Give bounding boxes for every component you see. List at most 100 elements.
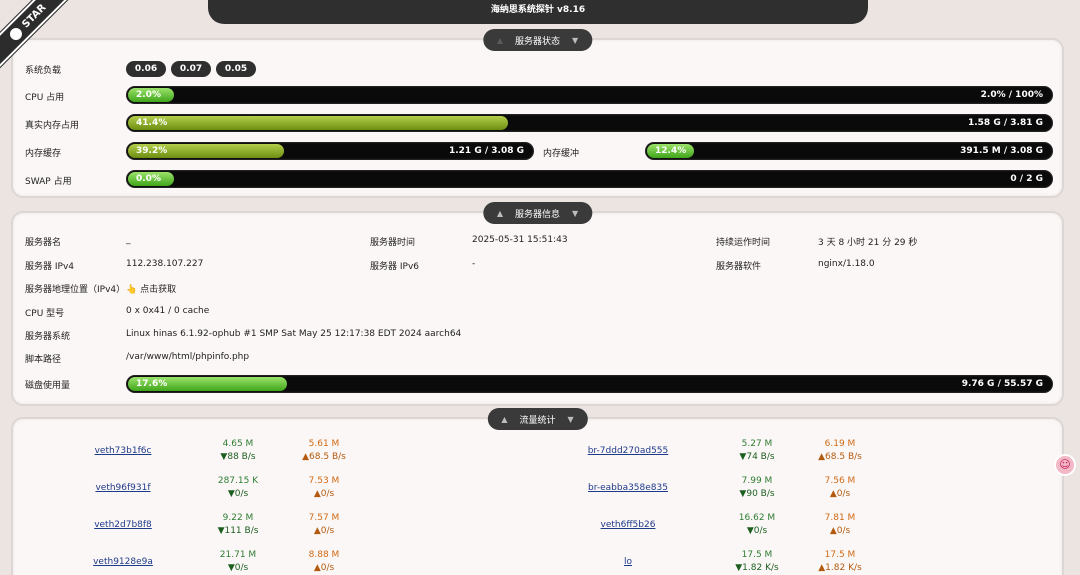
interface-link[interactable]: veth9128e9a bbox=[68, 557, 178, 567]
software-value: nginx/1.18.0 bbox=[818, 259, 875, 269]
traffic-out-rate: ▲0/s bbox=[313, 563, 335, 573]
traffic-in-total: 17.5 M bbox=[741, 550, 773, 560]
server-time-label: 服务器时间 bbox=[370, 238, 416, 248]
cpu-usage-percent: 2.0% bbox=[136, 90, 161, 100]
traffic-out-cell: 8.88 M ▲0/s bbox=[294, 550, 354, 573]
server-time-value: 2025-05-31 15:51:43 bbox=[472, 235, 568, 245]
cpu-usage-label: CPU 占用 bbox=[25, 93, 65, 103]
server-info-title: 服务器信息 bbox=[514, 209, 561, 220]
load-label: 系统负载 bbox=[25, 66, 62, 76]
interface-link[interactable]: br-7ddd270ad555 bbox=[573, 446, 683, 456]
swap-usage-bar: 0.0% 0 / 2 G bbox=[126, 170, 1053, 188]
traffic-in-rate: ▼111 B/s bbox=[217, 526, 259, 536]
load-15min-badge: 0.05 bbox=[216, 61, 256, 77]
interface-link[interactable]: br-eabba358e835 bbox=[573, 483, 683, 493]
interface-link[interactable]: veth6ff5b26 bbox=[573, 520, 683, 530]
traffic-in-rate: ▼0/s bbox=[227, 489, 249, 499]
software-label: 服务器软件 bbox=[716, 262, 762, 272]
load-1min-badge: 0.06 bbox=[126, 61, 166, 77]
memory-usage-value: 1.58 G / 3.81 G bbox=[967, 118, 1043, 128]
server-info-header[interactable]: ▲ 服务器信息 ▼ bbox=[482, 202, 593, 224]
traffic-out-total: 5.61 M bbox=[308, 439, 340, 449]
traffic-out-cell: 7.53 M ▲0/s bbox=[294, 476, 354, 499]
disk-usage-label: 磁盘使用量 bbox=[25, 381, 71, 391]
swap-usage-label: SWAP 占用 bbox=[25, 177, 72, 187]
traffic-out-total: 7.57 M bbox=[308, 513, 340, 523]
swap-usage-percent: 0.0% bbox=[136, 174, 161, 184]
script-path-value: /var/www/html/phpinfo.php bbox=[126, 352, 250, 362]
traffic-in-rate: ▼88 B/s bbox=[220, 452, 256, 462]
traffic-title: 流量统计 bbox=[519, 415, 556, 426]
memory-cache-bar: 39.2% 1.21 G / 3.08 G bbox=[126, 142, 534, 160]
traffic-header[interactable]: ▲ 流量统计 ▼ bbox=[487, 408, 588, 430]
ipv6-label: 服务器 IPv6 bbox=[370, 262, 419, 272]
traffic-out-total: 17.5 M bbox=[824, 550, 856, 560]
traffic-out-rate: ▲0/s bbox=[829, 526, 851, 536]
geo-location-button[interactable]: 👆 点击获取 bbox=[126, 282, 176, 295]
traffic-in-rate: ▼74 B/s bbox=[739, 452, 775, 462]
traffic-in-total: 16.62 M bbox=[738, 513, 776, 523]
traffic-out-rate: ▲1.82 K/s bbox=[818, 563, 862, 573]
memory-cache-percent: 39.2% bbox=[136, 146, 168, 156]
uptime-value: 3 天 8 小时 21 分 29 秒 bbox=[818, 238, 918, 248]
interface-link[interactable]: lo bbox=[573, 557, 683, 567]
memory-buffer-percent: 12.4% bbox=[655, 146, 687, 156]
memory-usage-percent: 41.4% bbox=[136, 118, 168, 128]
traffic-out-cell: 7.81 M ▲0/s bbox=[810, 513, 870, 536]
os-value: Linux hinas 6.1.92-ophub #1 SMP Sat May … bbox=[126, 329, 462, 339]
ribbon-label: STAR bbox=[19, 1, 49, 31]
server-status-header[interactable]: ▲ 服务器状态 ▼ bbox=[482, 29, 593, 51]
traffic-out-cell: 7.57 M ▲0/s bbox=[294, 513, 354, 536]
traffic-in-total: 4.65 M bbox=[222, 439, 254, 449]
ipv4-value: 112.238.107.227 bbox=[126, 259, 204, 269]
load-5min-badge: 0.07 bbox=[171, 61, 211, 77]
traffic-in-total: 9.22 M bbox=[222, 513, 254, 523]
memory-buffer-bar: 12.4% 391.5 M / 3.08 G bbox=[645, 142, 1053, 160]
traffic-in-cell: 7.99 M ▼90 B/s bbox=[727, 476, 787, 499]
interface-link[interactable]: veth96f931f bbox=[68, 483, 178, 493]
collapse-up-icon[interactable]: ▲ bbox=[497, 209, 503, 218]
cpu-model-value: 0 x 0x41 / 0 cache bbox=[126, 306, 210, 316]
disk-usage-value: 9.76 G / 55.57 G bbox=[961, 379, 1043, 389]
traffic-in-rate: ▼0/s bbox=[746, 526, 768, 536]
collapse-down-icon[interactable]: ▼ bbox=[572, 209, 578, 218]
traffic-out-total: 7.81 M bbox=[824, 513, 856, 523]
uptime-label: 持续运作时间 bbox=[716, 238, 771, 248]
traffic-in-cell: 16.62 M ▼0/s bbox=[727, 513, 787, 536]
geo-location-label: 服务器地理位置（IPv4） bbox=[25, 285, 126, 295]
server-status-title: 服务器状态 bbox=[514, 36, 561, 47]
disk-usage-percent: 17.6% bbox=[136, 379, 168, 389]
traffic-out-cell: 5.61 M ▲68.5 B/s bbox=[294, 439, 354, 462]
github-icon bbox=[7, 25, 25, 43]
disk-usage-bar: 17.6% 9.76 G / 55.57 G bbox=[126, 375, 1053, 393]
collapse-up-icon[interactable]: ▲ bbox=[501, 415, 507, 424]
ipv4-label: 服务器 IPv4 bbox=[25, 262, 74, 272]
floating-assistant-icon[interactable]: ☺ bbox=[1054, 454, 1076, 476]
cpu-model-label: CPU 型号 bbox=[25, 309, 65, 319]
swap-usage-value: 0 / 2 G bbox=[1010, 174, 1043, 184]
traffic-out-cell: 6.19 M ▲68.5 B/s bbox=[810, 439, 870, 462]
traffic-out-total: 8.88 M bbox=[308, 550, 340, 560]
traffic-out-cell: 7.56 M ▲0/s bbox=[810, 476, 870, 499]
traffic-in-total: 7.99 M bbox=[741, 476, 773, 486]
collapse-up-icon[interactable]: ▲ bbox=[497, 36, 503, 45]
traffic-in-cell: 4.65 M ▼88 B/s bbox=[208, 439, 268, 462]
traffic-in-total: 21.71 M bbox=[219, 550, 257, 560]
collapse-down-icon[interactable]: ▼ bbox=[568, 415, 574, 424]
traffic-out-total: 7.53 M bbox=[308, 476, 340, 486]
traffic-out-rate: ▲68.5 B/s bbox=[302, 452, 346, 462]
server-name-value: _ bbox=[126, 235, 131, 245]
traffic-in-cell: 21.71 M ▼0/s bbox=[208, 550, 268, 573]
traffic-out-rate: ▲0/s bbox=[313, 489, 335, 499]
memory-buffer-label: 内存缓冲 bbox=[543, 149, 580, 159]
memory-cache-value: 1.21 G / 3.08 G bbox=[448, 146, 524, 156]
collapse-down-icon[interactable]: ▼ bbox=[572, 36, 578, 45]
page-title: 海纳思系统探针 v8.16 bbox=[490, 5, 586, 15]
traffic-out-rate: ▲0/s bbox=[829, 489, 851, 499]
traffic-in-rate: ▼0/s bbox=[227, 563, 249, 573]
traffic-out-total: 7.56 M bbox=[824, 476, 856, 486]
interface-link[interactable]: veth2d7b8f8 bbox=[68, 520, 178, 530]
interface-link[interactable]: veth73b1f6c bbox=[68, 446, 178, 456]
os-label: 服务器系统 bbox=[25, 332, 71, 342]
server-name-label: 服务器名 bbox=[25, 238, 62, 248]
